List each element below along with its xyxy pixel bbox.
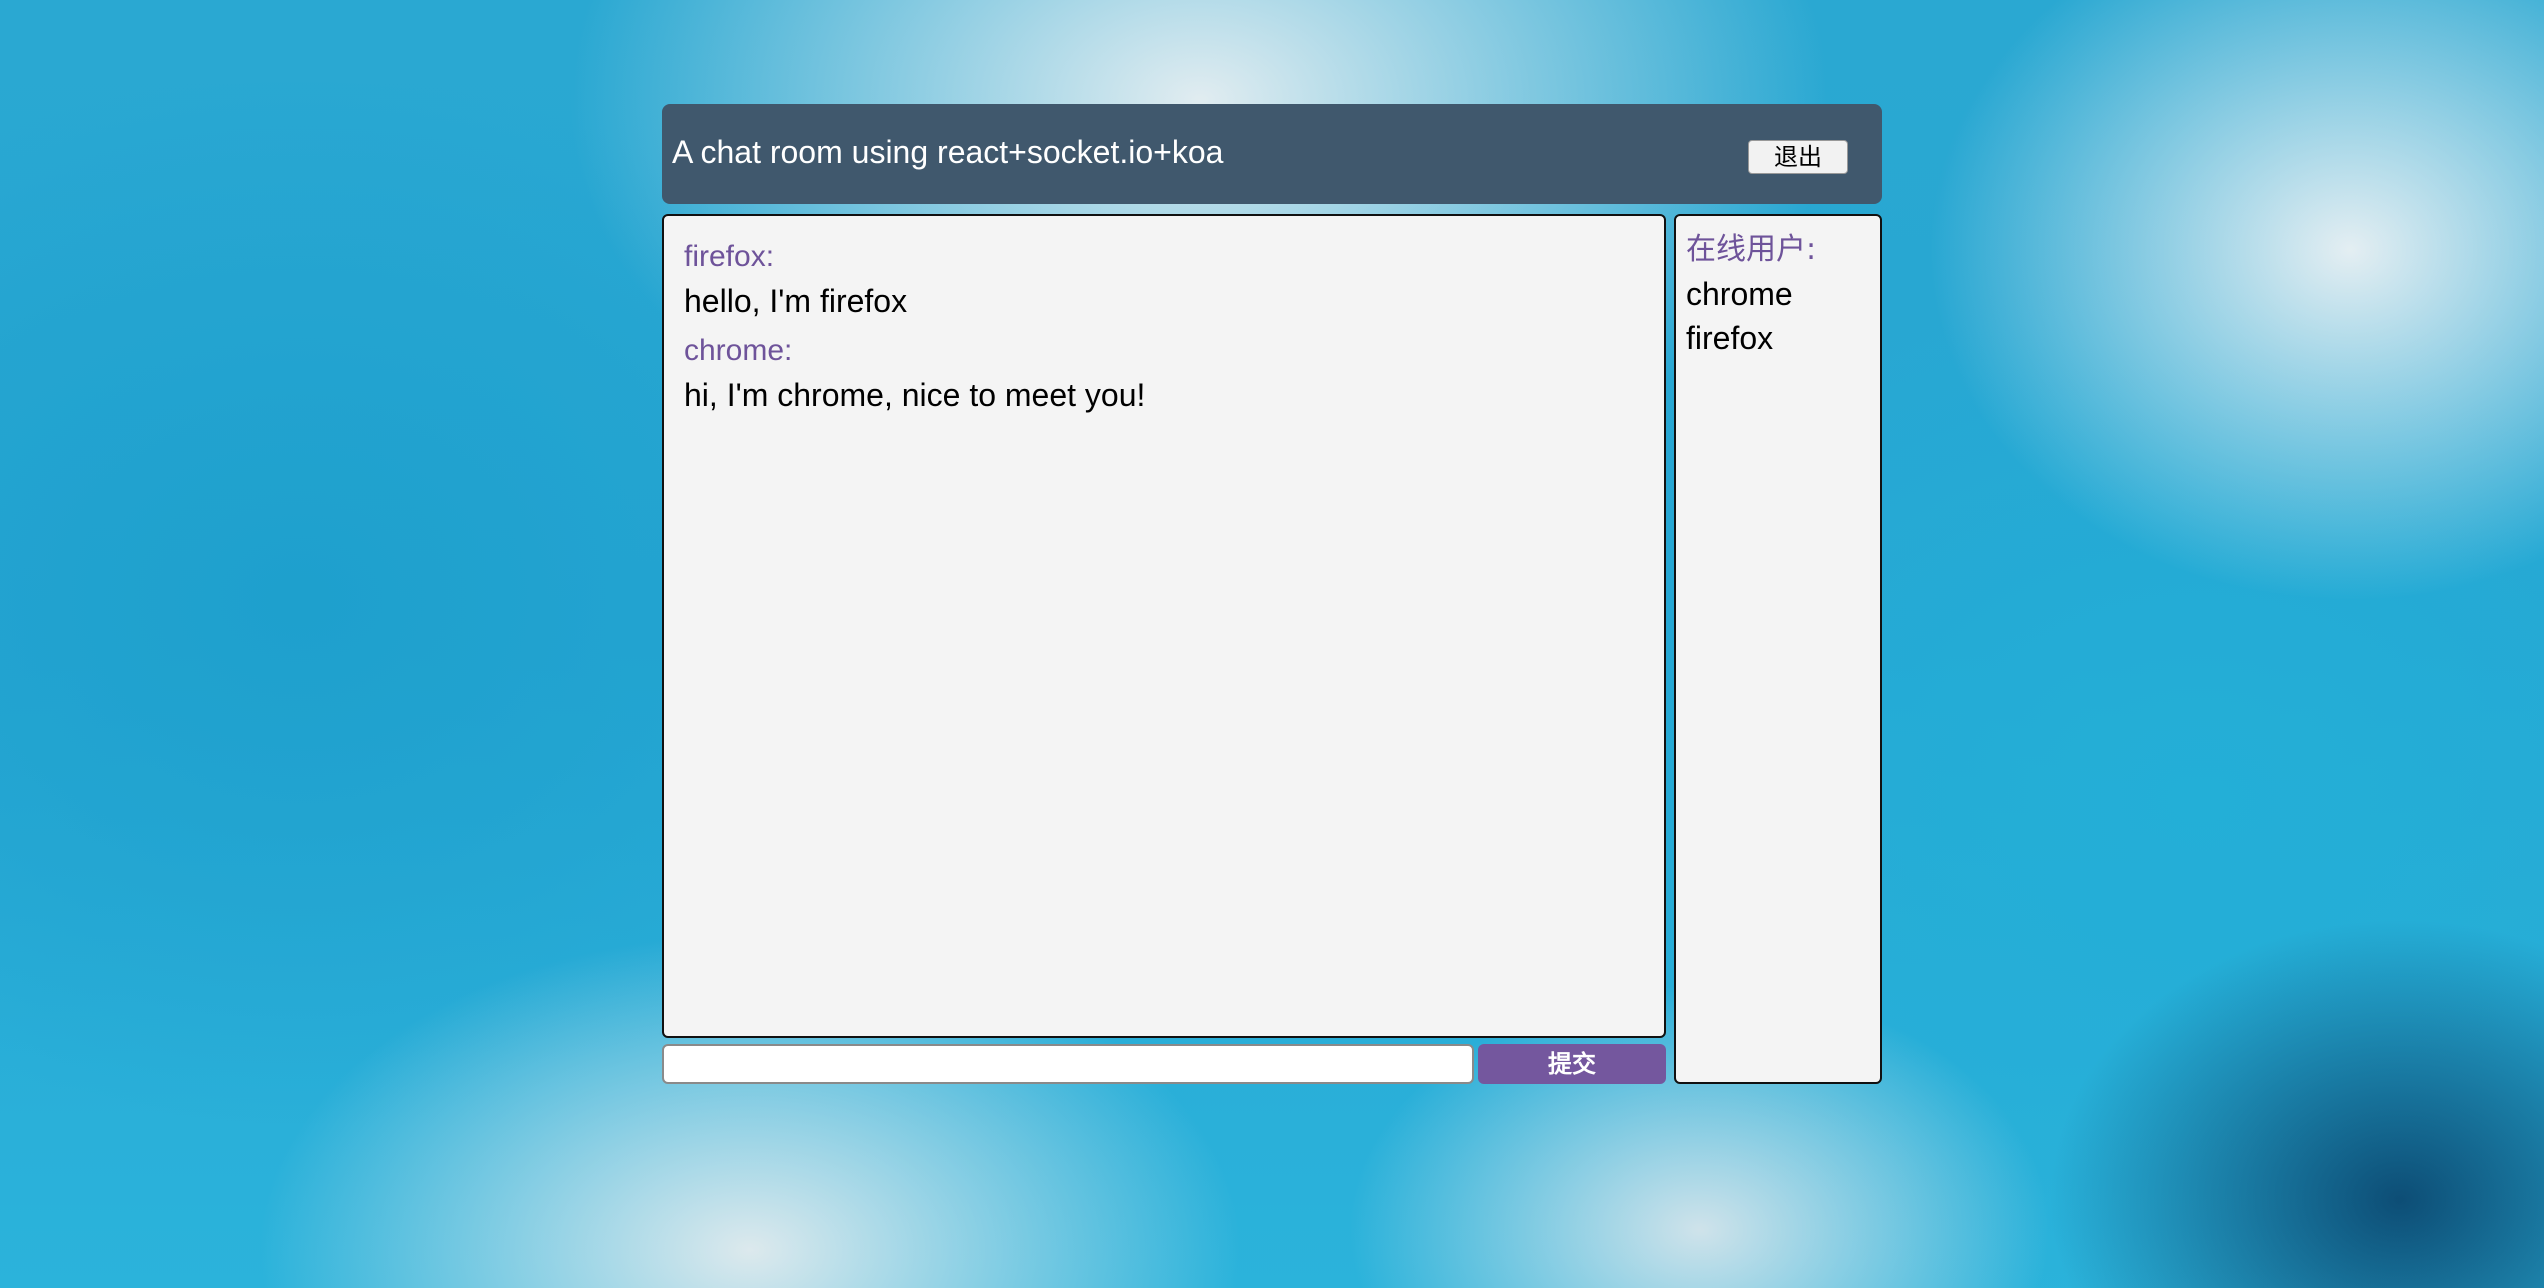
app-header: A chat room using react+socket.io+koa 退出 xyxy=(662,104,1882,204)
message-username: chrome: xyxy=(684,334,793,367)
message-text: hi, I'm chrome, nice to meet you! xyxy=(684,377,1146,413)
message-item: chrome: hi, I'm chrome, nice to meet you… xyxy=(684,330,1644,418)
submit-button[interactable]: 提交 xyxy=(1478,1044,1666,1084)
message-username: firefox: xyxy=(684,240,775,273)
online-user-item: firefox xyxy=(1686,320,1774,356)
logout-button[interactable]: 退出 xyxy=(1748,140,1848,174)
online-users-panel: 在线用户: chrome firefox xyxy=(1674,214,1882,1084)
page-title: A chat room using react+socket.io+koa xyxy=(672,134,1224,170)
message-item: firefox: hello, I'm firefox xyxy=(684,236,1644,324)
message-text: hello, I'm firefox xyxy=(684,283,908,319)
message-input[interactable] xyxy=(662,1044,1474,1084)
chat-app: A chat room using react+socket.io+koa 退出… xyxy=(662,104,1882,1084)
message-list[interactable]: firefox: hello, I'm firefox chrome: hi, … xyxy=(662,214,1666,1038)
online-users-title: 在线用户: xyxy=(1686,232,1817,267)
message-composer: 提交 xyxy=(662,1044,1666,1084)
online-user-item: chrome xyxy=(1686,276,1793,312)
